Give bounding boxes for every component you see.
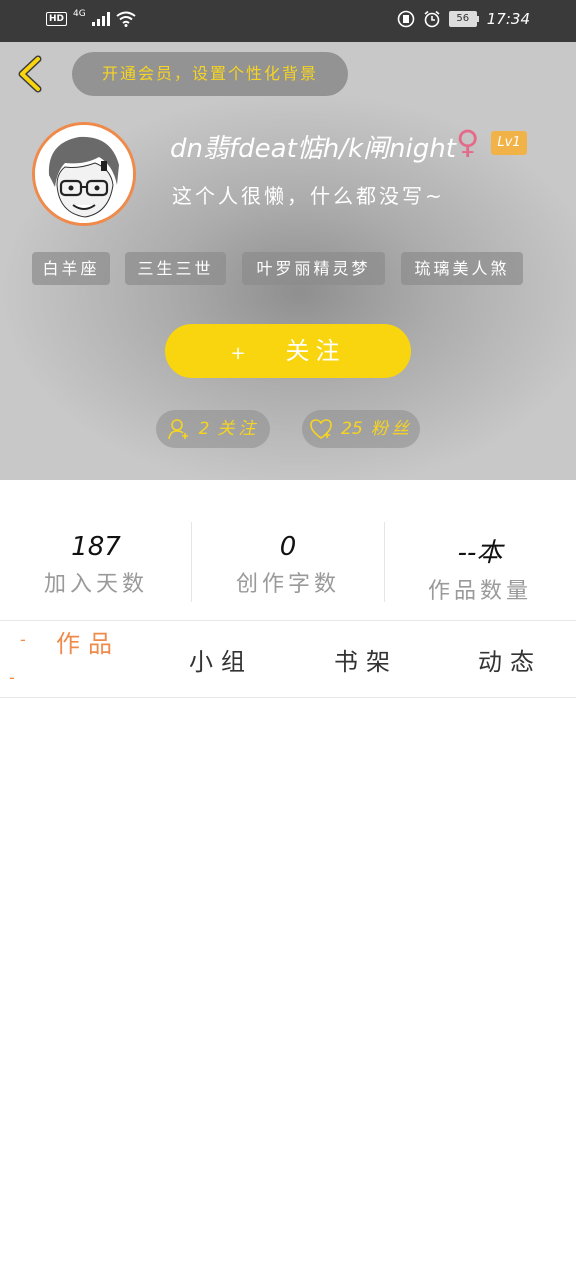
active-tab-marker: -	[9, 668, 15, 687]
bio: 这个人很懒，什么都没写~	[172, 184, 445, 208]
battery-icon: 56	[448, 11, 479, 27]
avatar[interactable]	[32, 122, 136, 226]
add-user-icon	[167, 419, 188, 440]
follow-button[interactable]: + 关注	[165, 324, 411, 378]
clock: 17:34	[486, 10, 530, 28]
stat-label: 创作字数	[235, 572, 340, 597]
active-tab-marker: -	[20, 630, 26, 649]
vibrate-icon	[397, 10, 415, 28]
vip-background-banner[interactable]: 开通会员，设置个性化背景	[72, 52, 348, 96]
tab-groups[interactable]: 小组	[189, 642, 253, 677]
alarm-icon	[424, 10, 440, 28]
tab-content	[0, 698, 576, 1280]
stat-value: --本	[457, 538, 503, 568]
status-bar: HD 4G 56 17:34	[0, 0, 576, 42]
stat-word-count: 0 创作字数	[192, 522, 384, 606]
tag: 叶罗丽精灵梦	[242, 252, 385, 285]
heart-icon	[310, 419, 332, 439]
stats-row: 187 加入天数 0 创作字数 --本 作品数量	[0, 522, 576, 606]
following-count[interactable]: 2 关注	[156, 410, 270, 448]
tag: 琉璃美人煞	[401, 252, 523, 285]
nickname: dn翡fdeat惦h/k闸night	[170, 134, 456, 164]
fans-count[interactable]: 25 粉丝	[302, 410, 420, 448]
following-label: 关注	[217, 419, 260, 439]
fans-label: 粉丝	[370, 419, 413, 439]
plus-icon: +	[230, 343, 246, 364]
tab-bookshelf[interactable]: 书架	[334, 642, 398, 677]
tag: 三生三世	[125, 252, 226, 285]
stat-label: 加入天数	[43, 572, 148, 597]
fans-number: 25	[341, 419, 363, 439]
follow-button-label: 关注	[285, 337, 346, 365]
tab-activity[interactable]: 动态	[478, 642, 542, 677]
stat-label: 作品数量	[427, 579, 532, 604]
divider	[0, 620, 576, 621]
stat-works-count: --本 作品数量	[384, 522, 576, 606]
tab-works[interactable]: 作品	[56, 624, 120, 659]
stat-join-days: 187 加入天数	[0, 522, 192, 606]
level-badge: Lv1	[491, 131, 527, 155]
wifi-icon	[116, 11, 136, 27]
network-type: 4G	[73, 9, 86, 19]
stat-value: 0	[279, 532, 297, 562]
stat-value: 187	[71, 532, 121, 562]
signal-icon	[91, 12, 110, 26]
following-number: 2	[198, 419, 210, 439]
female-gender-icon: ♀	[456, 123, 480, 161]
back-arrow-icon[interactable]	[14, 55, 46, 93]
avatar-illustration	[35, 125, 133, 223]
hd-icon: HD	[46, 12, 68, 26]
tag: 白羊座	[32, 252, 110, 285]
